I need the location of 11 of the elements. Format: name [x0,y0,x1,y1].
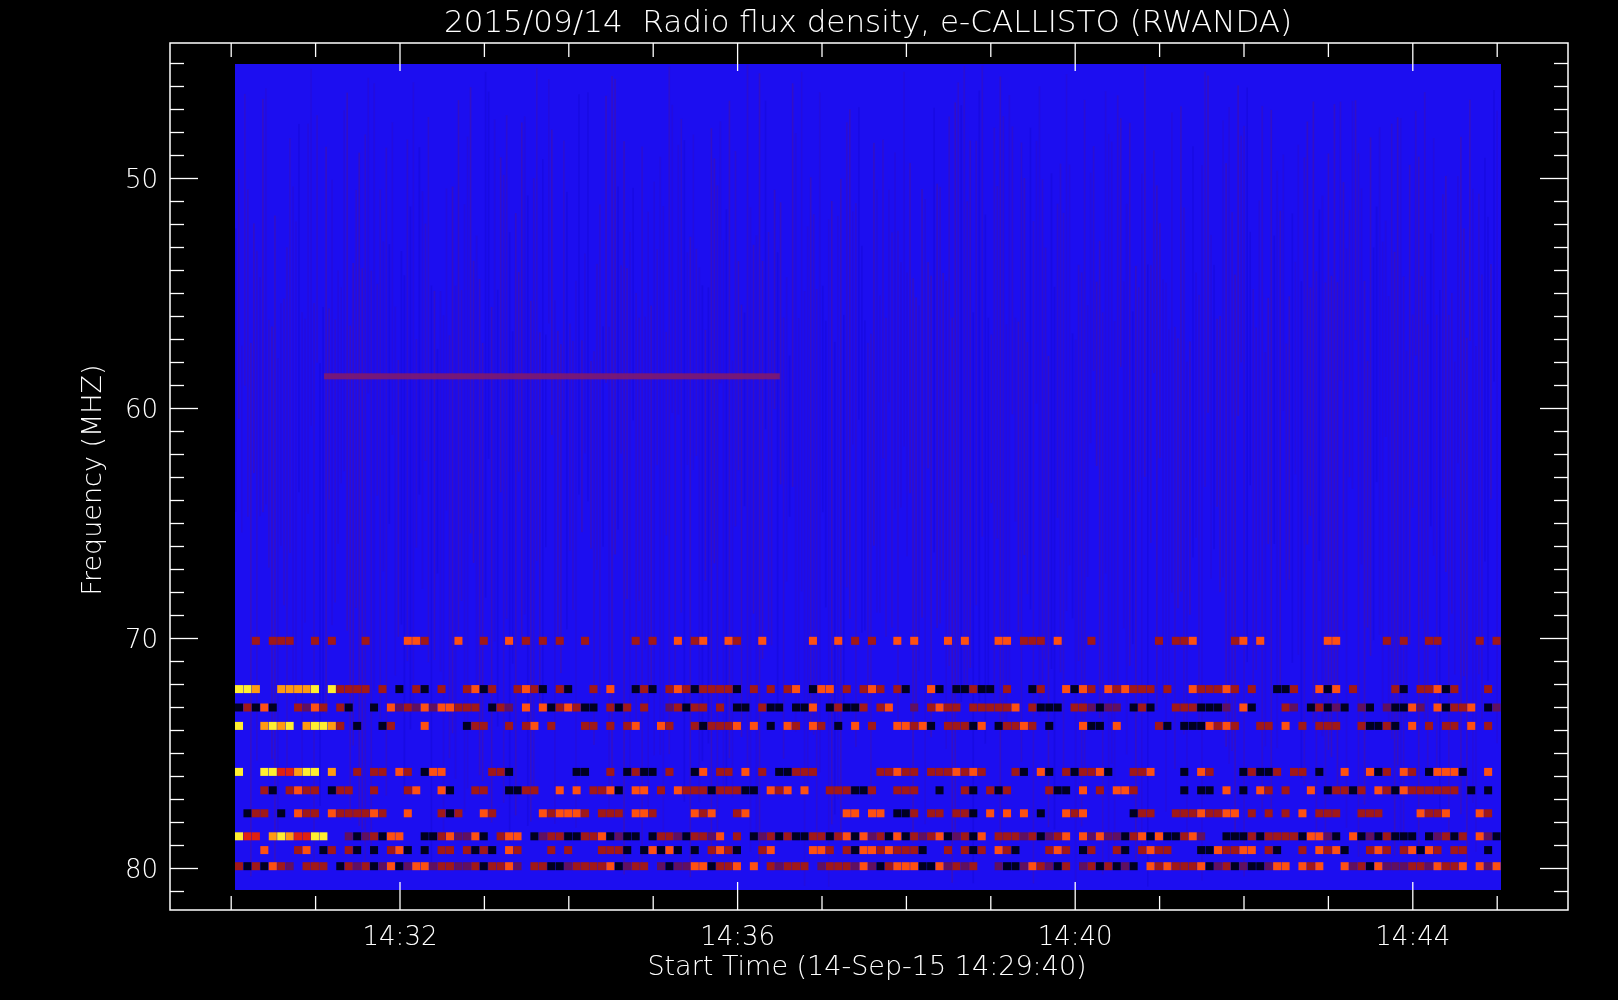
y-tick-label: 70 [124,623,158,654]
x-tick-label: 14:36 [700,921,776,951]
y-tick-label: 60 [124,393,158,424]
y-tick-label: 80 [124,853,158,884]
chart-title: 2015/09/14 Radio flux density, e-CALLISTO (RWANDA) [443,3,1293,39]
x-tick-label: 14:44 [1375,921,1451,951]
y-tick-label: 50 [124,163,158,194]
x-tick-label: 14:32 [362,921,438,951]
x-axis-label: Start Time (14-Sep-15 14:29:40) [647,950,1087,981]
x-tick-label: 14:40 [1037,921,1113,951]
y-axis-label: Frequency (MHZ) [76,364,107,596]
